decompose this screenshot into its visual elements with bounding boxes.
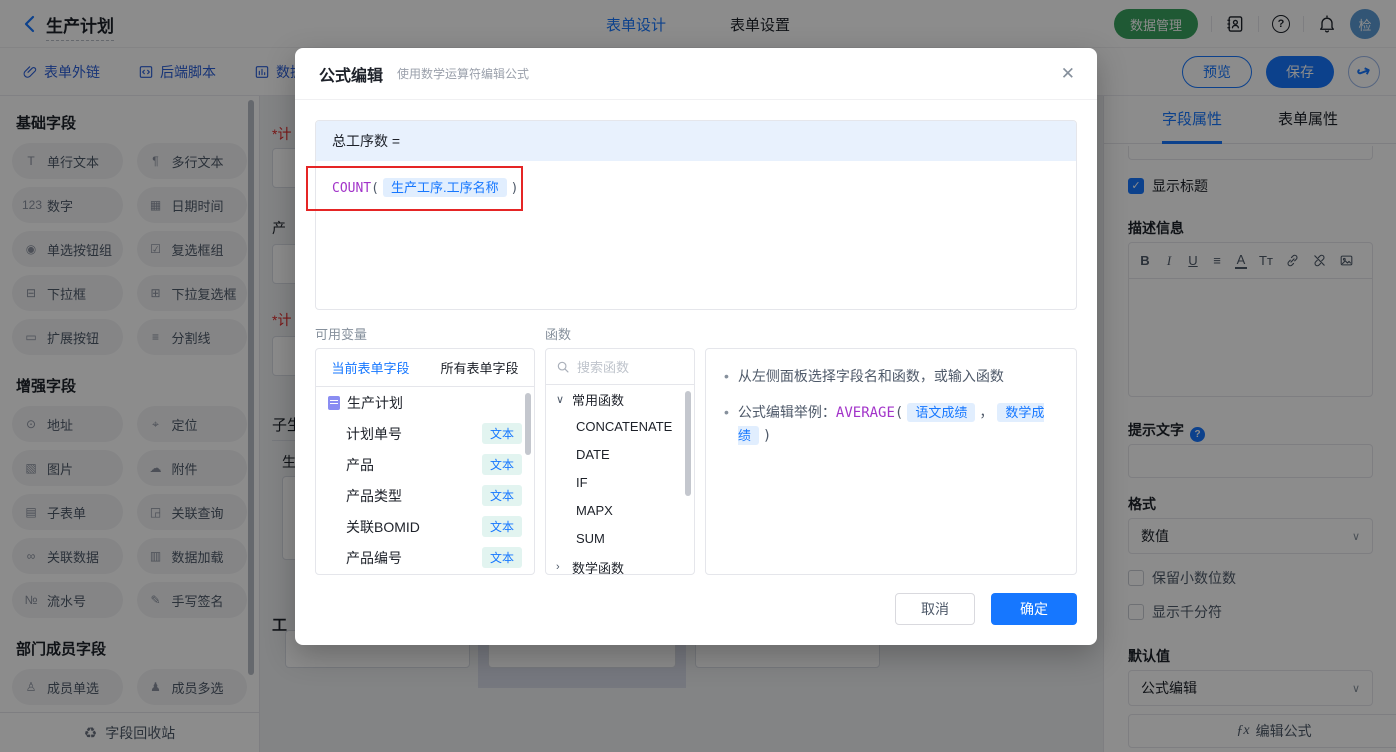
close-paren: ) (510, 181, 519, 196)
function-search[interactable]: 搜索函数 (546, 349, 694, 385)
modal-subtitle: 使用数学运算符编辑公式 (397, 67, 530, 81)
variable-field-name: 产品 (346, 456, 374, 473)
variable-field-name: 关联BOMID (346, 518, 420, 535)
variable-field-row[interactable]: 产品编号 文本 (316, 542, 534, 573)
close-paren: ) (762, 428, 772, 444)
field-type-badge: 文本 (481, 516, 522, 537)
formula-expression[interactable]: COUNT(生产工序.工序名称) (316, 161, 1076, 212)
variables-scrollbar[interactable] (525, 393, 531, 455)
app-root: 生产计划 表单设计 表单设置 数据管理 ? 检 表单外链 后端脚本 预览 保存 … (0, 0, 1396, 752)
function-group-common[interactable]: ∨ 常用函数 (546, 385, 694, 413)
variables-section-label: 可用变量 (315, 327, 368, 342)
variable-field-row[interactable]: 产品名称 文本 (316, 573, 534, 574)
function-item[interactable]: CONCATENATE (546, 413, 694, 441)
help-tip-2: • 公式编辑举例：AVERAGE(语文成绩，数学成绩) (724, 401, 1058, 447)
function-item[interactable]: DATE (546, 441, 694, 469)
function-item[interactable]: IF (546, 469, 694, 497)
modal-header: 公式编辑 使用数学运算符编辑公式 ✕ (295, 48, 1097, 100)
bullet-icon: • (724, 404, 729, 420)
help-tip-1-text: 从左侧面板选择字段名和函数，或输入函数 (737, 368, 1004, 384)
variables-root-label: 生产计划 (347, 394, 403, 411)
field-type-badge: 文本 (481, 454, 522, 475)
variable-field-name: 计划单号 (346, 425, 402, 442)
formula-help-panel: • 从左侧面板选择字段名和函数，或输入函数 • 公式编辑举例：AVERAGE(语… (705, 348, 1077, 575)
formula-editor-area: 总工序数 = COUNT(生产工序.工序名称) (315, 120, 1077, 310)
confirm-button[interactable]: 确定 (991, 593, 1077, 625)
functions-scrollbar[interactable] (685, 391, 691, 496)
help-tip-2-text: 公式编辑举例：AVERAGE(语文成绩，数学成绩) (737, 401, 1058, 447)
common-function-list: CONCATENATE DATE IF MAPX SUM (546, 413, 694, 553)
variable-field-name: 产品编号 (346, 549, 402, 566)
function-group-label: 常用函数 (572, 392, 625, 408)
function-item[interactable]: MAPX (546, 497, 694, 525)
chevron-expanded-icon: ∨ (556, 393, 565, 406)
field-type-badge: 文本 (481, 423, 522, 444)
formula-editor-modal: 公式编辑 使用数学运算符编辑公式 ✕ 总工序数 = COUNT(生产工序.工序名… (295, 48, 1097, 645)
cancel-button[interactable]: 取消 (895, 593, 975, 625)
bullet-icon: • (724, 368, 729, 384)
function-group-math[interactable]: › 数学函数 (546, 553, 694, 575)
variables-tree-root[interactable]: 生产计划 (316, 387, 534, 418)
example-chip-1: 语文成绩 (907, 403, 976, 422)
formula-variable-chip[interactable]: 生产工序.工序名称 (382, 178, 507, 197)
functions-panel: 搜索函数 ∨ 常用函数 CONCATENATE DATE IF MAPX SUM (545, 348, 695, 575)
example-prefix: 公式编辑举例： (737, 404, 836, 420)
variable-field-row[interactable]: 产品类型 文本 (316, 480, 534, 511)
open-paren: ( (894, 405, 904, 421)
variable-field-row[interactable]: 关联BOMID 文本 (316, 511, 534, 542)
field-type-badge: 文本 (481, 485, 522, 506)
search-icon (557, 361, 569, 373)
formula-result-field: 总工序数 = (316, 121, 1076, 161)
variables-tabs: 当前表单字段 所有表单字段 (316, 349, 534, 387)
field-type-badge: 文本 (481, 547, 522, 568)
variable-field-row[interactable]: 计划单号 文本 (316, 418, 534, 449)
function-item[interactable]: SUM (546, 525, 694, 553)
close-icon[interactable]: ✕ (1061, 64, 1075, 84)
formula-function-name: COUNT (332, 181, 372, 196)
comma: ， (979, 405, 994, 421)
chevron-collapsed-icon: › (556, 561, 560, 573)
example-function-name: AVERAGE (835, 405, 895, 421)
variable-field-name: 产品类型 (346, 487, 402, 504)
modal-title: 公式编辑 (319, 67, 384, 85)
function-search-placeholder: 搜索函数 (577, 360, 630, 375)
tab-all-form-fields[interactable]: 所有表单字段 (425, 349, 534, 386)
variables-field-list: 计划单号 文本 产品 文本 产品类型 文本 关联BOMID 文本 产品编号 文本 (316, 418, 534, 574)
variables-panel: 当前表单字段 所有表单字段 生产计划 计划单号 文本 产品 文本 产品类型 文本… (315, 348, 535, 575)
help-tip-1: • 从左侧面板选择字段名和函数，或输入函数 (724, 365, 1058, 387)
variable-field-row[interactable]: 产品 文本 (316, 449, 534, 480)
function-group-label: 数学函数 (572, 560, 625, 575)
open-paren: ( (371, 181, 379, 196)
form-doc-icon (328, 395, 340, 410)
tab-current-form-fields[interactable]: 当前表单字段 (316, 349, 425, 386)
functions-section-label: 函数 (545, 327, 572, 342)
